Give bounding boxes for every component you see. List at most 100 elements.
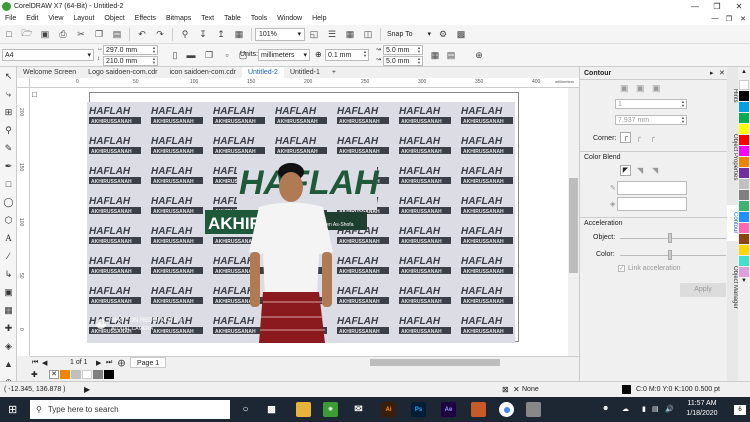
tab-contour[interactable]: Contour [727, 205, 738, 241]
mail-icon[interactable]: ✉ [351, 402, 366, 417]
menu-window[interactable]: Window [272, 15, 307, 22]
palette-swatch[interactable] [739, 245, 749, 255]
new-document-icon[interactable]: □ [2, 27, 16, 41]
page-size-select[interactable]: A4 ▾ [2, 49, 94, 61]
palette-swatch[interactable] [739, 256, 749, 266]
nudge-distance-input[interactable]: 0.1 mm ▲ ▼ [325, 49, 369, 61]
portrait-icon[interactable]: ❐ [202, 48, 216, 62]
color-swatch-white[interactable] [82, 370, 92, 379]
search-content-icon[interactable]: ⚲ [178, 27, 192, 41]
clock-time[interactable]: 11:57 AM [682, 400, 722, 407]
add-page-icon[interactable]: ⨁ [118, 359, 125, 367]
bevel-corner-icon[interactable]: ╭ [650, 133, 655, 142]
menu-bitmaps[interactable]: Bitmaps [161, 15, 196, 22]
task-view-icon[interactable]: ▩ [264, 402, 279, 417]
mitered-corner-icon[interactable]: ┌ [620, 132, 631, 143]
app-icon[interactable] [526, 402, 541, 417]
all-pages-icon[interactable]: ▯ [168, 48, 182, 62]
object-accel-thumb[interactable] [668, 233, 672, 243]
paste-icon[interactable]: ▤ [110, 27, 124, 41]
play-icon[interactable]: ▶ [84, 385, 90, 394]
first-page-icon[interactable]: ⏮ [32, 359, 38, 367]
palette-scroll-up-icon[interactable]: ▲ [739, 69, 749, 79]
full-screen-preview-icon[interactable]: ◱ [307, 27, 321, 41]
palette-swatch[interactable] [739, 91, 749, 101]
chrome-icon[interactable] [499, 402, 514, 417]
stepper-icon[interactable]: ▲ ▼ [151, 57, 157, 65]
palette-swatch[interactable] [739, 223, 749, 233]
color-swatch-gray[interactable] [93, 370, 103, 379]
network-icon[interactable]: ▤ [652, 405, 659, 413]
drawing-canvas[interactable]: HAFLAH AKHIRUSSANAH HAFLAH AKHIRU Pondok… [30, 88, 568, 356]
palette-swatch[interactable] [739, 102, 749, 112]
pick-tool-icon[interactable]: ↖ [0, 67, 17, 85]
clock-date[interactable]: 1/18/2020 [682, 410, 722, 417]
object-accel-slider[interactable] [620, 238, 726, 239]
linear-blend-icon[interactable]: ◤ [620, 165, 631, 176]
link-acceleration-checkbox[interactable]: ✓ [618, 265, 625, 272]
drop-shadow-tool-icon[interactable]: ▣ [0, 283, 17, 301]
palette-swatch[interactable] [739, 212, 749, 222]
redo-icon[interactable]: ↷ [153, 27, 167, 41]
color-swatch-silver[interactable] [71, 370, 81, 379]
steps-input[interactable]: 1 ▲ ▼ [615, 99, 687, 109]
tab-object-properties[interactable]: Object Properties [727, 127, 738, 187]
freehand-tool-icon[interactable]: ✎ [0, 139, 17, 157]
polygon-tool-icon[interactable]: ⬡ [0, 211, 17, 229]
outline-color-picker[interactable] [617, 181, 687, 195]
cortana-icon[interactable]: ○ [238, 402, 253, 417]
import-icon[interactable]: ↧ [196, 27, 210, 41]
offset-input[interactable]: 7.937 mm ▲ ▼ [615, 115, 687, 125]
round-corner-icon[interactable]: ╭ [636, 133, 641, 142]
save-icon[interactable]: ▣ [38, 27, 52, 41]
open-folder-icon[interactable]: 🗁 [20, 27, 34, 41]
photoshop-icon[interactable]: Ps [411, 402, 426, 417]
app-icon[interactable] [471, 402, 486, 417]
close-icon[interactable]: ✕ [728, 2, 750, 11]
zoom-level-combo[interactable]: 101% ▾ [255, 27, 305, 41]
show-grid-icon[interactable]: ▦ [343, 27, 357, 41]
stepper-icon[interactable]: ▲ ▼ [151, 46, 157, 54]
menu-file[interactable]: File [0, 15, 21, 22]
snap-to-dropdown[interactable]: Snap To ▾ [384, 28, 434, 41]
zoom-tool-icon[interactable]: ⚲ [0, 121, 17, 139]
undo-icon[interactable]: ↶ [135, 27, 149, 41]
menu-object[interactable]: Object [99, 15, 129, 22]
copy-icon[interactable]: ❐ [92, 27, 106, 41]
doc-restore-icon[interactable]: ❐ [722, 15, 736, 23]
vertical-scroll-thumb[interactable] [569, 178, 578, 273]
page-width-input[interactable]: 297.0 mm ▲ ▼ [103, 45, 158, 55]
show-rulers-icon[interactable]: ☰ [325, 27, 339, 41]
tab-object-manager[interactable]: Object Manager [727, 257, 738, 317]
battery-icon[interactable]: ▮ [642, 405, 646, 413]
transparency-tool-icon[interactable]: ▦ [0, 301, 17, 319]
tab-untitled-1[interactable]: Untitled-1 [284, 67, 326, 78]
add-icon[interactable]: ⊕ [472, 48, 486, 62]
stepper-icon[interactable]: ▲ ▼ [416, 57, 422, 65]
prev-page-icon[interactable]: ◀ [42, 359, 47, 367]
file-explorer-icon[interactable] [296, 402, 311, 417]
palette-swatch[interactable] [739, 234, 749, 244]
menu-table[interactable]: Table [219, 15, 246, 22]
ellipse-tool-icon[interactable]: ◯ [0, 193, 17, 211]
restore-icon[interactable]: ❐ [706, 2, 728, 11]
text-tool-icon[interactable]: A [0, 229, 17, 247]
menu-effects[interactable]: Effects [130, 15, 161, 22]
artistic-media-tool-icon[interactable]: ✒ [0, 157, 17, 175]
color-swatch-orange[interactable] [60, 370, 70, 379]
docker-close-icon[interactable]: ✕ [719, 69, 725, 77]
menu-view[interactable]: View [43, 15, 68, 22]
stepper-icon[interactable]: ▲ ▼ [680, 100, 686, 108]
make-current-default-icon[interactable]: ▦ [428, 48, 442, 62]
palette-swatch[interactable] [739, 157, 749, 167]
menu-edit[interactable]: Edit [21, 15, 43, 22]
units-select[interactable]: millimeters ▾ [258, 49, 310, 61]
docker-collapse-icon[interactable]: ▸ [710, 69, 714, 77]
next-page-icon[interactable]: ▶ [96, 359, 101, 367]
duplicate-y-input[interactable]: 5.0 mm ▲ ▼ [383, 56, 423, 66]
palette-swatch[interactable] [739, 179, 749, 189]
color-accel-thumb[interactable] [668, 250, 672, 260]
tab-logo-saidoen[interactable]: Logo saidoen-com.cdr [82, 67, 163, 78]
inside-icon[interactable]: ▣ [636, 83, 645, 94]
smart-fill-tool-icon[interactable]: ▲ [0, 355, 17, 373]
